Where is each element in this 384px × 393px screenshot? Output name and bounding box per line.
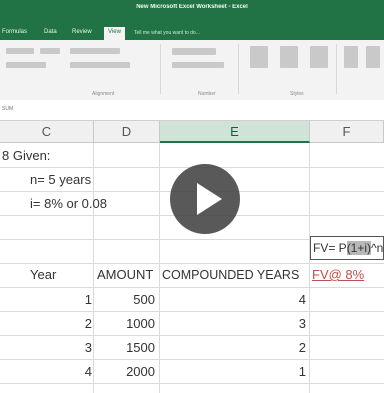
play-icon[interactable] xyxy=(170,164,240,234)
cell-amount[interactable]: 1000 xyxy=(100,314,155,334)
group-divider xyxy=(160,44,161,94)
alignment-group-label: Alignment xyxy=(92,91,115,97)
styles-group-label: Styles xyxy=(290,91,304,97)
formula-bar[interactable]: SUM xyxy=(0,100,384,121)
tab-view[interactable]: View xyxy=(104,27,125,40)
font-format-controls[interactable] xyxy=(6,62,46,68)
cell-year[interactable]: 4 xyxy=(40,362,92,382)
group-divider xyxy=(336,44,337,94)
font-controls[interactable] xyxy=(6,48,34,54)
column-header-d[interactable]: D xyxy=(94,121,160,143)
fv-formula-suffix: ^n xyxy=(371,241,384,255)
alignment-controls[interactable] xyxy=(70,48,120,54)
column-header-c[interactable]: C xyxy=(0,121,94,143)
tab-data[interactable]: Data xyxy=(44,29,57,35)
gridline xyxy=(0,263,384,264)
ribbon-tabs: Formulas Data Review View Tell me what y… xyxy=(0,27,384,40)
font-size-controls[interactable] xyxy=(40,48,60,54)
cell-compounded[interactable]: 1 xyxy=(240,362,306,382)
cell-compounded[interactable]: 4 xyxy=(240,290,306,310)
cell-amount[interactable]: 2000 xyxy=(100,362,155,382)
column-header-e[interactable]: E xyxy=(160,121,310,143)
fv-formula-highlight: (1+i) xyxy=(346,241,372,255)
gridline xyxy=(93,143,94,393)
cell-header-compounded[interactable]: COMPOUNDED YEARS xyxy=(162,265,299,285)
fv-formula-text: FV= P(1+i)^n xyxy=(313,238,383,258)
number-format-dropdown[interactable] xyxy=(172,48,216,55)
active-cell-fv-formula[interactable]: FV= P(1+i)^n xyxy=(310,236,384,260)
fv-formula-prefix: FV= P xyxy=(313,241,347,255)
tab-formulas[interactable]: Formulas xyxy=(2,29,27,35)
cell-compounded[interactable]: 2 xyxy=(240,338,306,358)
cell-year[interactable]: 2 xyxy=(40,314,92,334)
title-bar: New Microsoft Excel Worksheet - Excel Fo… xyxy=(0,0,384,40)
number-buttons[interactable] xyxy=(172,62,224,68)
gridline xyxy=(309,143,310,393)
tab-review[interactable]: Review xyxy=(72,29,92,35)
gridline xyxy=(0,311,384,312)
gridline xyxy=(159,143,160,393)
cell-n-value[interactable]: n= 5 years xyxy=(30,170,91,190)
name-box[interactable]: SUM xyxy=(2,106,13,112)
group-divider xyxy=(238,44,239,94)
gridline xyxy=(0,335,384,336)
format-as-table-icon[interactable] xyxy=(280,46,298,68)
cell-header-fv[interactable]: FV@ 8% xyxy=(312,265,364,285)
tell-me-search[interactable]: Tell me what you want to do... xyxy=(134,30,200,36)
conditional-formatting-icon[interactable] xyxy=(250,46,268,68)
cell-header-year[interactable]: Year xyxy=(30,265,56,285)
gridline xyxy=(0,359,384,360)
number-group-label: Number xyxy=(198,91,216,97)
merge-controls[interactable] xyxy=(70,62,130,68)
gridline xyxy=(0,383,384,384)
cell-year[interactable]: 1 xyxy=(40,290,92,310)
cell-i-value[interactable]: i= 8% or 0.08 xyxy=(30,194,107,214)
cell-styles-icon[interactable] xyxy=(310,46,328,68)
insert-icon[interactable] xyxy=(344,46,358,68)
cell-amount[interactable]: 500 xyxy=(100,290,155,310)
cell-amount[interactable]: 1500 xyxy=(100,338,155,358)
column-header-f[interactable]: F xyxy=(310,121,384,143)
cell-year[interactable]: 3 xyxy=(40,338,92,358)
cell-compounded[interactable]: 3 xyxy=(240,314,306,334)
delete-icon[interactable] xyxy=(366,46,380,68)
play-triangle-icon xyxy=(197,183,222,215)
cell-given[interactable]: 8 Given: xyxy=(2,146,50,166)
cell-header-amount[interactable]: AMOUNT xyxy=(97,265,153,285)
window-title: New Microsoft Excel Worksheet - Excel xyxy=(136,4,248,10)
gridline xyxy=(0,287,384,288)
ribbon: Alignment Number Styles xyxy=(0,40,384,101)
